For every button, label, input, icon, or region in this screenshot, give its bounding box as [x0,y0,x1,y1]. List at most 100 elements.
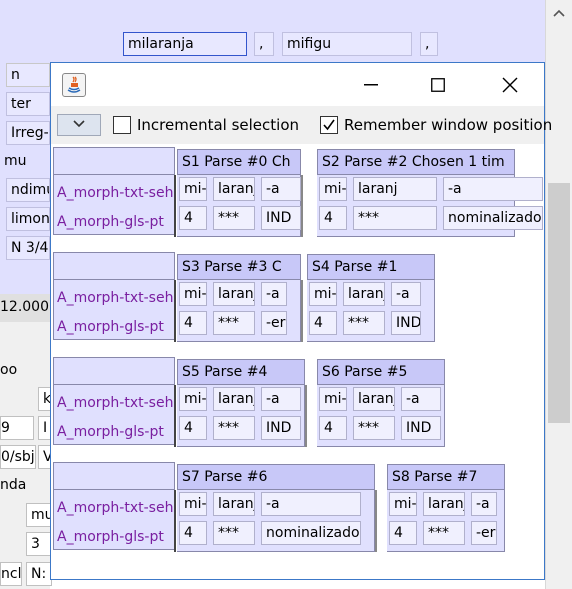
gloss-cell[interactable]: IND [391,311,421,335]
parse-header[interactable]: S4 Parse #1 [307,254,435,280]
background-field-ncl: ncl [0,562,22,586]
remember-position-checkbox[interactable] [320,116,338,134]
parse-header[interactable]: S7 Parse #6 [177,464,375,490]
row-header-corner [53,462,175,490]
gloss-cell[interactable]: nominalizador [261,521,361,545]
dropdown-button[interactable] [57,114,101,136]
gloss-cell[interactable]: *** [353,206,437,230]
parse-header[interactable]: S1 Parse #0 Ch [177,149,301,175]
gloss-cell[interactable]: IND [261,416,301,440]
column-divider [174,175,176,237]
parse-header[interactable]: S8 Parse #7 [387,464,505,490]
morpheme-cell[interactable]: -a [261,492,361,516]
background-field-nda: nda [0,477,27,493]
background-field-irreg: Irreg-i [6,121,50,145]
incremental-selection-checkbox[interactable] [113,116,131,134]
gloss-cell[interactable]: *** [213,416,255,440]
gloss-cell[interactable]: -er [261,311,287,335]
minimize-button[interactable] [348,63,394,106]
gloss-cell[interactable]: 4 [179,311,207,335]
background-field-oo: oo [0,362,18,378]
morpheme-cell[interactable]: laranj [353,387,395,411]
background-field-12000: 12.000 [0,299,49,315]
dialog-titlebar[interactable] [51,63,544,106]
scroll-up-icon[interactable] [549,2,569,24]
scrollbar-thumb[interactable] [548,183,570,423]
morpheme-cell[interactable]: mi- [309,282,337,306]
morpheme-cell[interactable]: mi- [319,387,347,411]
morpheme-cell[interactable]: laranj [213,387,255,411]
morpheme-cell[interactable]: laranj [343,282,385,306]
background-top-panel [0,0,545,30]
parse-header[interactable]: S6 Parse #5 [317,359,445,385]
background-input-mifigu[interactable]: mifigu [282,32,412,56]
row-label-txt: A_morph-txt-seh [57,500,174,516]
morpheme-cell[interactable]: mi- [319,177,347,201]
background-field-limone: limone [6,207,50,231]
background-comma-1: , [254,32,274,56]
remember-position-label: Remember window position [344,116,553,134]
row-label-gls: A_morph-gls-pt [57,214,164,230]
morpheme-cell[interactable]: -a [261,282,287,306]
morpheme-cell[interactable]: laranj [213,492,255,516]
gloss-cell[interactable]: 4 [179,521,207,545]
gloss-cell[interactable]: *** [343,311,385,335]
morpheme-cell[interactable]: mi- [179,492,207,516]
row-label-gls: A_morph-gls-pt [57,424,164,440]
gloss-cell[interactable]: *** [423,521,465,545]
morpheme-cell[interactable]: mi- [179,387,207,411]
gloss-cell[interactable]: 4 [389,521,417,545]
background-field-mu-2: mu [26,503,52,527]
parse-header[interactable]: S3 Parse #3 C [177,254,301,280]
incremental-selection-label: Incremental selection [137,116,300,134]
parse-group: A_morph-txt-seh A_morph-gls-pt S7 Parse #6… [51,462,544,558]
gloss-cell[interactable]: *** [213,521,255,545]
gloss-cell[interactable]: 4 [319,206,347,230]
gloss-cell[interactable]: *** [213,311,255,335]
morpheme-cell[interactable]: -a [391,282,421,306]
parse-header[interactable]: S5 Parse #4 [177,359,305,385]
morpheme-cell[interactable]: laranj [213,282,255,306]
morpheme-cell[interactable]: -a [401,387,441,411]
gloss-cell[interactable]: 4 [319,416,347,440]
checkmark-icon [323,119,335,131]
row-label-gls: A_morph-gls-pt [57,529,164,545]
background-field-n: n [6,63,50,87]
gloss-cell[interactable]: IND [261,206,301,230]
close-button[interactable] [487,63,533,106]
gloss-cell[interactable]: 4 [179,416,207,440]
maximize-button[interactable] [415,63,461,106]
background-field-ndimu: ndimu [6,178,50,202]
morpheme-cell[interactable]: laranj [423,492,465,516]
morpheme-cell[interactable]: mi- [389,492,417,516]
gloss-cell[interactable]: -er [471,521,497,545]
gloss-cell[interactable]: 4 [309,311,337,335]
parse-group: A_morph-txt-seh A_morph-gls-pt S1 Parse #0… [51,147,544,243]
row-label-txt: A_morph-txt-seh [57,185,174,201]
parse-header[interactable]: S2 Parse #2 Chosen 1 tim [317,149,515,175]
parse-group: A_morph-txt-seh A_morph-gls-pt S5 Parse #4… [51,357,544,453]
row-label-txt: A_morph-txt-seh [57,290,174,306]
column-divider [174,385,176,447]
gloss-cell[interactable]: 4 [179,206,207,230]
gloss-cell[interactable]: *** [353,416,395,440]
column-divider [174,280,176,342]
background-field-3: 3 [26,532,52,556]
morpheme-cell[interactable]: mi- [179,282,207,306]
background-field-9: 9 [0,416,34,440]
gloss-cell[interactable]: IND [401,416,441,440]
morpheme-cell[interactable]: -a [261,387,301,411]
morpheme-cell[interactable]: -a [443,177,543,201]
background-field-ter: ter [6,92,50,116]
background-field-mu: mu [4,153,27,169]
morpheme-cell[interactable]: laranj [213,177,255,201]
dialog-toolbar: Incremental selection Remember window po… [51,106,552,144]
morpheme-cell[interactable]: -a [471,492,497,516]
gloss-cell[interactable]: *** [213,206,255,230]
morpheme-cell[interactable]: laranj [353,177,437,201]
morpheme-cell[interactable]: -a [261,177,301,201]
gloss-cell[interactable]: nominalizador [443,206,543,230]
morpheme-cell[interactable]: mi- [179,177,207,201]
row-header-corner [53,357,175,385]
background-input-milaranja[interactable]: milaranja [123,32,247,56]
